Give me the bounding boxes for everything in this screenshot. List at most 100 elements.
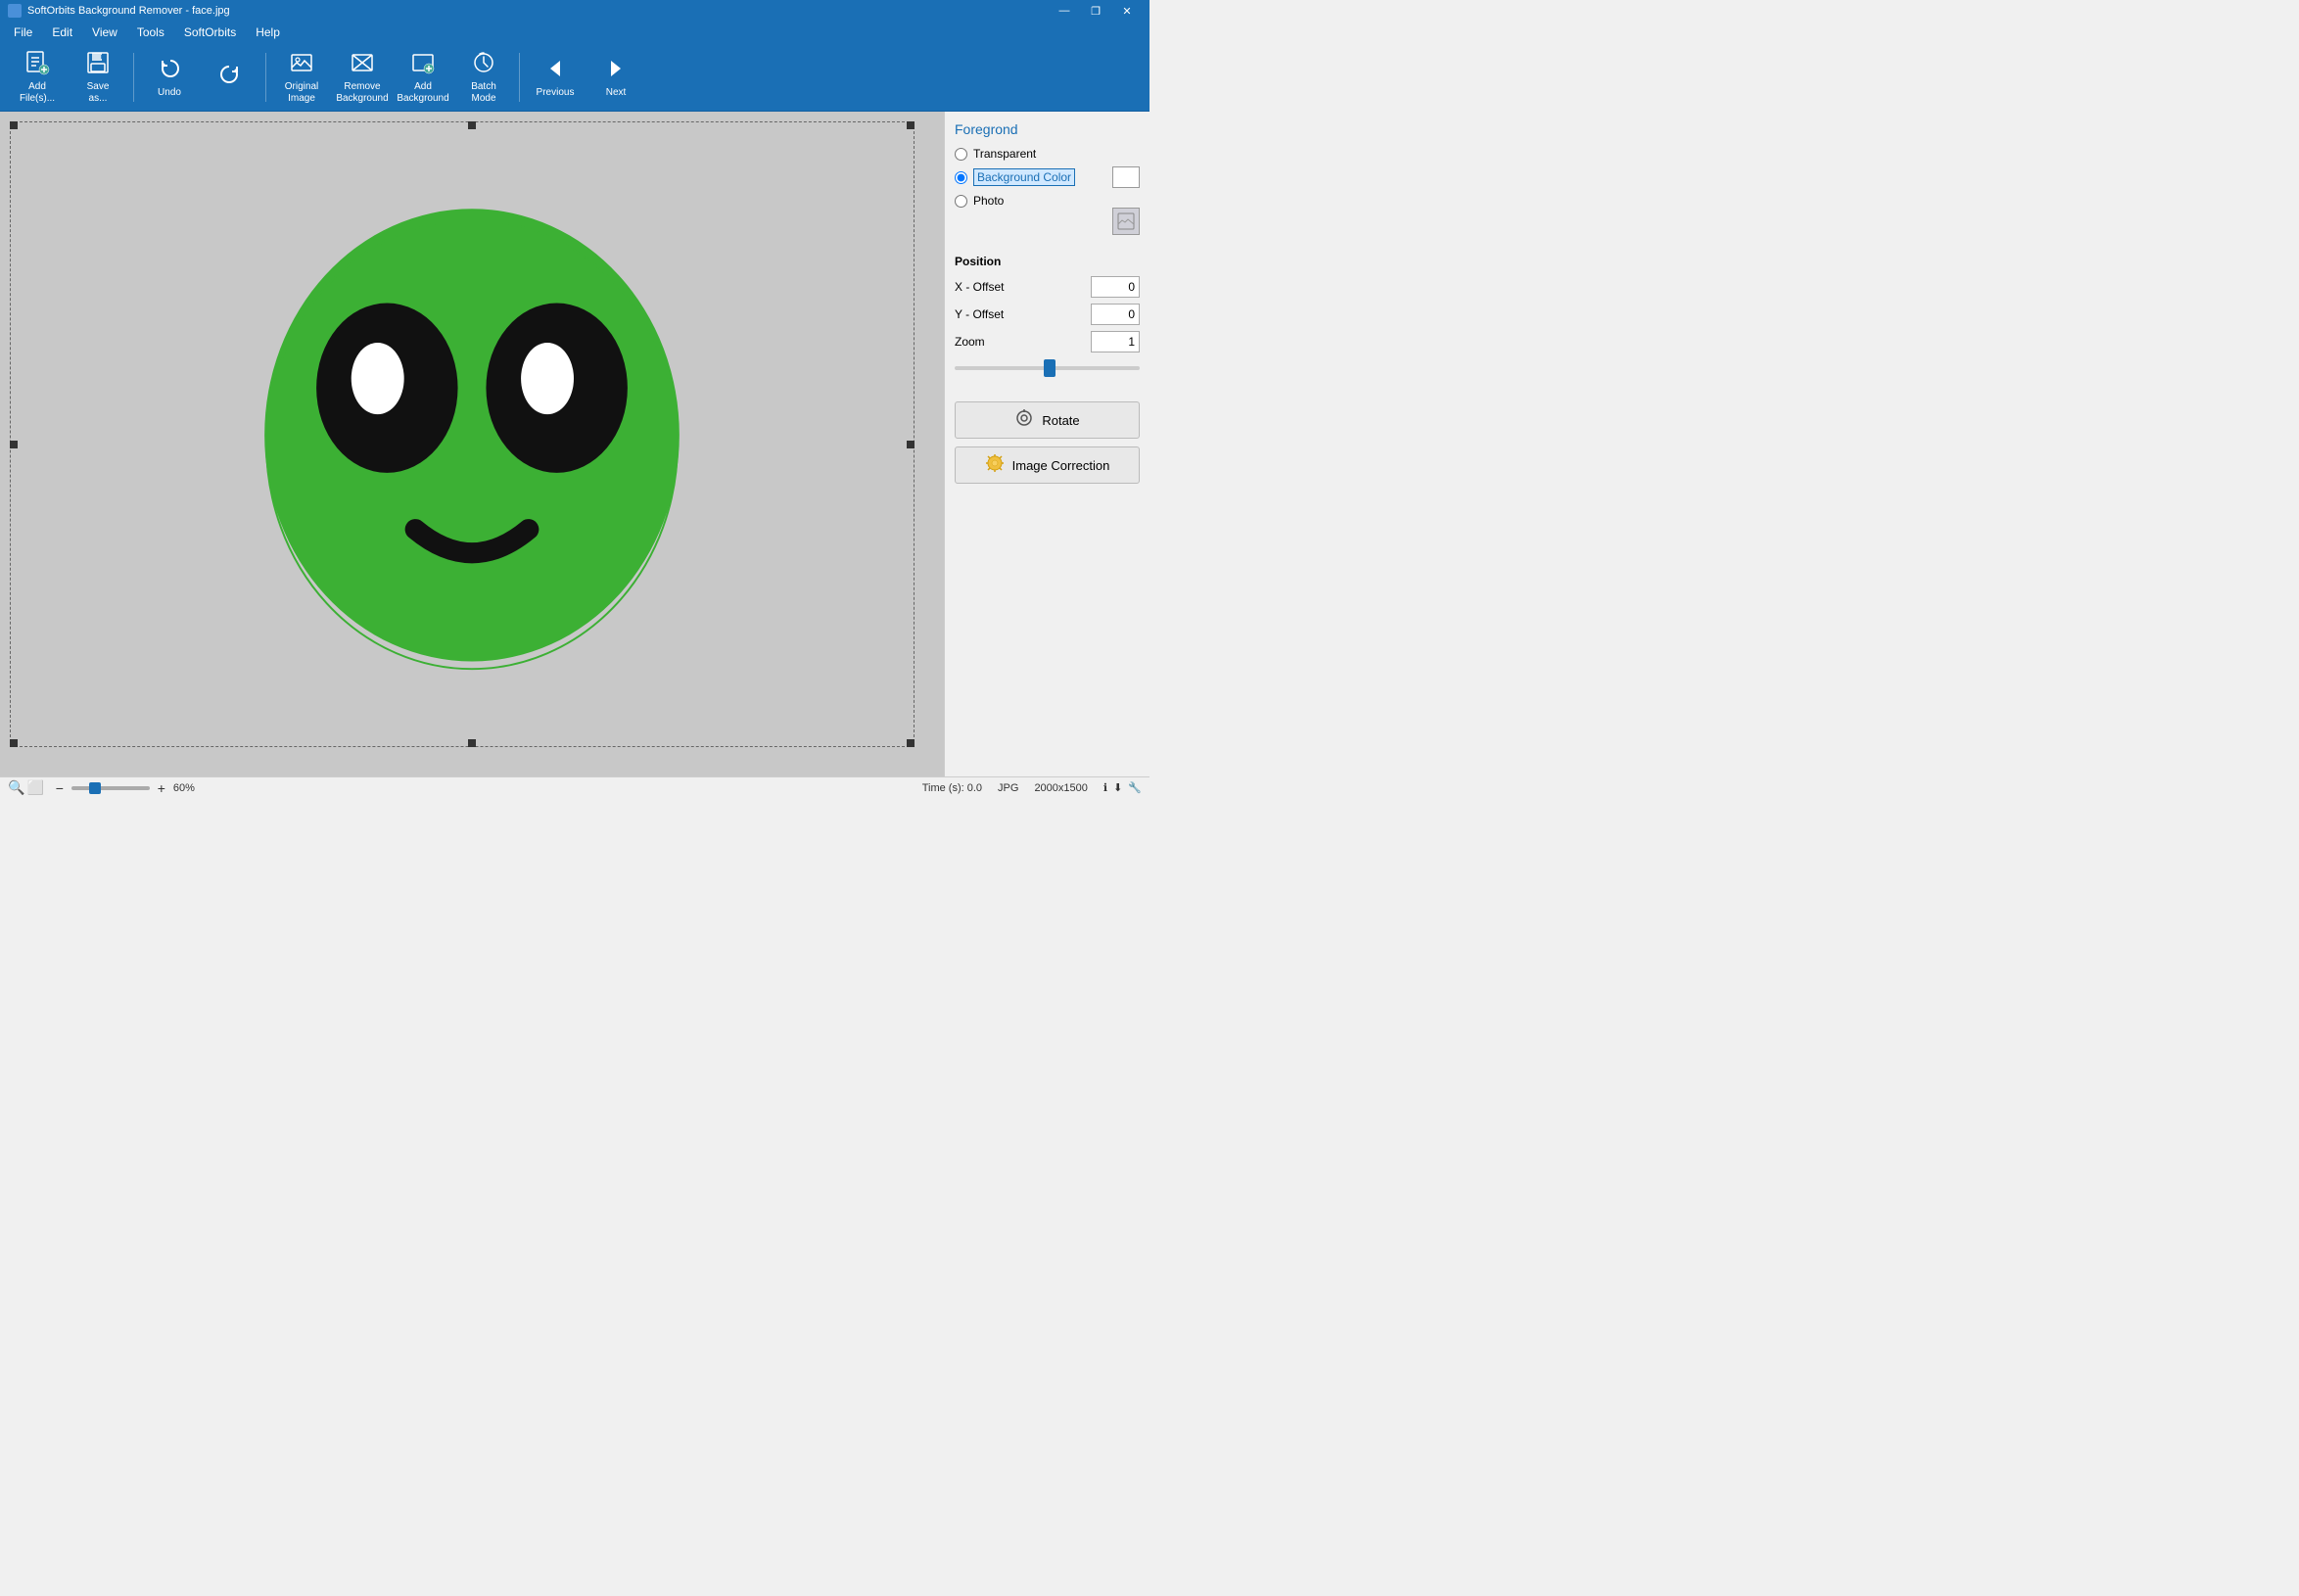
alien-image (217, 190, 727, 699)
close-button[interactable]: ✕ (1112, 0, 1142, 22)
original-image-label: OriginalImage (285, 81, 318, 105)
y-offset-label: Y - Offset (955, 307, 1004, 321)
save-icon (85, 50, 111, 79)
batch-mode-button[interactable]: Batch Mode (454, 48, 513, 107)
handle-tl[interactable] (10, 121, 18, 129)
titlebar-controls: — ❐ ✕ (1050, 0, 1142, 22)
canvas-area[interactable] (0, 112, 944, 776)
transparent-radio[interactable] (955, 148, 967, 161)
y-offset-input[interactable] (1091, 304, 1140, 325)
remove-background-label: RemoveBackground (336, 81, 388, 105)
position-label: Position (955, 255, 1140, 268)
redo-button[interactable] (201, 48, 259, 107)
statusbar-left: 🔍 ⬜ − + 60% (8, 779, 195, 796)
canvas-content (0, 112, 944, 776)
handle-mr[interactable] (907, 441, 915, 448)
main-area: Foregrond Transparent Background Color P… (0, 112, 1150, 776)
handle-ml[interactable] (10, 441, 18, 448)
divider-1 (955, 245, 1140, 255)
zoom-control: − + 60% (52, 780, 195, 796)
previous-label: Previous (537, 87, 575, 99)
image-correction-label: Image Correction (1012, 458, 1110, 473)
divider-2 (955, 392, 1140, 401)
menu-softorbits[interactable]: SoftOrbits (174, 22, 246, 43)
handle-tr[interactable] (907, 121, 915, 129)
zoom-slider-track-area (955, 358, 1140, 378)
separator-1 (133, 53, 134, 102)
menu-view[interactable]: View (82, 22, 127, 43)
menu-tools[interactable]: Tools (127, 22, 174, 43)
action-icons: ℹ ⬇ 🔧 (1103, 781, 1142, 794)
file-format: JPG (998, 782, 1018, 794)
add-file-button[interactable]: Add File(s)... (8, 48, 67, 107)
undo-button[interactable]: Undo (140, 48, 199, 107)
zoom-row: Zoom (955, 331, 1140, 352)
maximize-button[interactable]: ❐ (1081, 0, 1110, 22)
time-status: Time (s): 0.0 (922, 782, 982, 794)
toolbar: Add File(s)... Saveas... Undo (0, 43, 1150, 112)
minimize-button[interactable]: — (1050, 0, 1079, 22)
undo-label: Undo (158, 87, 181, 99)
photo-radio[interactable] (955, 195, 967, 208)
add-background-icon (410, 50, 436, 79)
add-file-label: Add File(s)... (12, 81, 63, 105)
handle-br[interactable] (907, 739, 915, 747)
background-color-row: Background Color (955, 166, 1140, 188)
batch-mode-icon (471, 50, 496, 79)
remove-background-button[interactable]: RemoveBackground (333, 48, 392, 107)
zoom-minus-button[interactable]: − (52, 780, 68, 796)
transparent-label[interactable]: Transparent (973, 147, 1036, 161)
redo-icon (217, 62, 243, 91)
original-image-button[interactable]: OriginalImage (272, 48, 331, 107)
window-title: SoftOrbits Background Remover - face.jpg (27, 5, 230, 17)
x-offset-row: X - Offset (955, 276, 1140, 298)
save-as-button[interactable]: Saveas... (69, 48, 127, 107)
photo-label[interactable]: Photo (973, 194, 1004, 208)
previous-button[interactable]: Previous (526, 48, 585, 107)
next-label: Next (606, 87, 627, 99)
add-file-icon (24, 50, 50, 79)
image-dimensions: 2000x1500 (1034, 782, 1087, 794)
menu-help[interactable]: Help (246, 22, 290, 43)
right-panel: Foregrond Transparent Background Color P… (944, 112, 1150, 776)
zoom-thumb[interactable] (1044, 359, 1056, 377)
panel-title: Foregrond (955, 121, 1140, 137)
image-correction-button[interactable]: Image Correction (955, 446, 1140, 484)
rotate-button[interactable]: Rotate (955, 401, 1140, 439)
menu-file[interactable]: File (4, 22, 42, 43)
titlebar: SoftOrbits Background Remover - face.jpg… (0, 0, 1150, 22)
separator-2 (265, 53, 266, 102)
photo-swatch[interactable] (1112, 208, 1140, 235)
separator-3 (519, 53, 520, 102)
zoom-bar-thumb[interactable] (89, 782, 101, 794)
download-icon[interactable]: ⬇ (1113, 781, 1122, 794)
view-icon-1[interactable]: 🔍 (8, 779, 24, 796)
share-icon[interactable]: ℹ (1103, 781, 1107, 794)
add-background-button[interactable]: AddBackground (394, 48, 452, 107)
zoom-slider-container (955, 358, 1140, 378)
view-icon-2[interactable]: ⬜ (26, 779, 43, 796)
zoom-input[interactable] (1091, 331, 1140, 352)
settings-icon[interactable]: 🔧 (1128, 781, 1142, 794)
undo-icon (157, 56, 182, 85)
zoom-plus-button[interactable]: + (154, 780, 169, 796)
next-button[interactable]: Next (586, 48, 645, 107)
handle-bl[interactable] (10, 739, 18, 747)
photo-swatch-row (955, 208, 1140, 235)
color-swatch[interactable] (1112, 166, 1140, 188)
x-offset-input[interactable] (1091, 276, 1140, 298)
handle-bm[interactable] (468, 739, 476, 747)
background-color-radio[interactable] (955, 171, 967, 184)
transparent-row: Transparent (955, 147, 1140, 161)
background-color-label[interactable]: Background Color (973, 168, 1075, 186)
batch-mode-label: Batch Mode (458, 81, 509, 105)
photo-row: Photo (955, 194, 1140, 208)
zoom-slider-bar[interactable] (71, 786, 150, 790)
rotate-label: Rotate (1042, 413, 1079, 428)
handle-tm[interactable] (468, 121, 476, 129)
menu-edit[interactable]: Edit (42, 22, 82, 43)
rotate-icon (1014, 408, 1034, 433)
image-correction-icon (985, 453, 1005, 478)
view-icons: 🔍 ⬜ (8, 779, 44, 796)
app-icon (8, 4, 22, 18)
